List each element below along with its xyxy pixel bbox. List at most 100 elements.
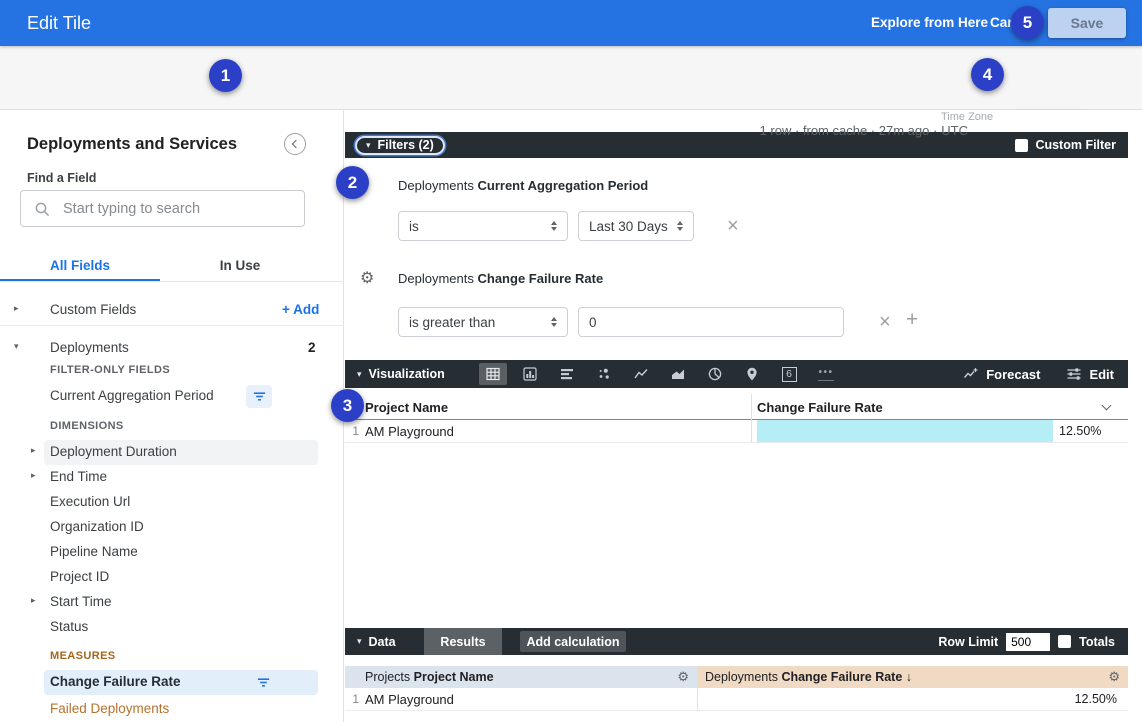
filters-toggle-button[interactable]: ▾ Filters (2) (355, 136, 445, 155)
viz-table-row[interactable]: 1 AM Playground 12.50% (345, 420, 1128, 443)
remove-filter-2-icon[interactable]: × (879, 312, 891, 332)
tab-all-fields[interactable]: All Fields (0, 258, 160, 273)
add-custom-field-button[interactable]: + Add (282, 302, 319, 317)
explore-main-panel: ▾ Filters (2) Custom Filter Deployments … (345, 110, 1142, 722)
forecast-label: Forecast (986, 367, 1040, 382)
totals-checkbox[interactable] (1058, 635, 1071, 648)
filter-view-name: Deployments (398, 178, 474, 193)
chevron-down-icon[interactable]: ▾ (14, 341, 19, 352)
filter-1-field-label: Deployments Current Aggregation Period (398, 178, 648, 193)
filter-2-gear-icon[interactable]: ⚙ (360, 268, 374, 288)
data-col-change-failure-rate[interactable]: Deployments Change Failure Rate ↓ ⚙ (697, 666, 1128, 688)
pie-chart-icon[interactable] (701, 363, 729, 385)
results-tab[interactable]: Results (424, 628, 502, 655)
field-label: Deployment Duration (50, 444, 177, 459)
collapse-sidebar-button[interactable] (284, 133, 306, 155)
custom-filter-checkbox[interactable] (1015, 139, 1028, 152)
field-picker-sidebar: Deployments and Services Find a Field Al… (0, 110, 344, 722)
sidebar-item-status[interactable]: Status (0, 615, 344, 640)
section-measures: MEASURES (50, 650, 116, 662)
remove-filter-1-icon[interactable]: × (727, 216, 739, 236)
area-chart-icon[interactable] (664, 363, 692, 385)
sidebar-item-current-aggregation-period[interactable]: Current Aggregation Period (0, 384, 344, 409)
table-chart-icon[interactable] (479, 363, 507, 385)
sliders-icon (1066, 366, 1082, 382)
add-calculation-button[interactable]: Add calculation (520, 631, 626, 652)
data-table-row[interactable]: 1 AM Playground 12.50% (345, 688, 1128, 711)
line-chart-icon[interactable] (627, 363, 655, 385)
custom-filter-toggle[interactable]: Custom Filter (1015, 138, 1116, 152)
timezone-value[interactable]: UTC (941, 123, 968, 138)
column-gear-icon[interactable]: ⚙ (677, 669, 689, 685)
field-search-input[interactable] (63, 192, 298, 225)
updown-arrows-icon (677, 221, 683, 231)
row-limit-input[interactable] (1006, 633, 1050, 651)
data-toggle-button[interactable]: ▾ Data (357, 635, 396, 649)
more-viz-types-icon[interactable]: ••• (812, 363, 840, 385)
edit-viz-button[interactable]: Edit (1066, 366, 1114, 382)
sidebar-item-deployments-group[interactable]: ▾ Deployments 2 (0, 336, 344, 361)
explore-from-here-button[interactable]: Explore from Here (871, 15, 988, 30)
selected-value: Last 30 Days (589, 219, 668, 234)
filter-field-name: Current Aggregation Period (478, 178, 649, 193)
filter-active-button[interactable] (250, 671, 276, 694)
sidebar-item-project-id[interactable]: Project ID (0, 565, 344, 590)
chevron-down-icon[interactable] (1102, 401, 1112, 411)
save-button[interactable]: Save (1048, 8, 1126, 38)
viz-col-project-name[interactable]: Project Name (365, 400, 448, 415)
data-col-project-name[interactable]: Projects Project Name ⚙ (345, 666, 697, 688)
field-label: End Time (50, 469, 107, 484)
chevron-left-icon (292, 140, 300, 148)
filter-list-icon (252, 389, 267, 404)
filter-1-operator-select[interactable]: is (398, 211, 568, 241)
field-search-box (20, 190, 305, 227)
scatter-chart-icon[interactable] (590, 363, 618, 385)
sidebar-item-custom-fields[interactable]: ▸ Custom Fields + Add (0, 298, 344, 326)
sidebar-item-organization-id[interactable]: Organization ID (0, 515, 344, 540)
sidebar-item-pipeline-name[interactable]: Pipeline Name (0, 540, 344, 565)
sidebar-item-change-failure-rate[interactable]: Change Failure Rate (0, 670, 344, 695)
filter-1-value-select[interactable]: Last 30 Days (578, 211, 694, 241)
search-icon (34, 201, 51, 218)
status-text: 1 row · from cache · 27m ago · (760, 123, 938, 138)
bar-chart-icon[interactable] (553, 363, 581, 385)
map-pin-icon[interactable] (738, 363, 766, 385)
forecast-icon (963, 366, 979, 382)
filter-list-icon (256, 675, 271, 690)
forecast-button[interactable]: Forecast (963, 366, 1040, 382)
sort-desc-arrow-icon[interactable]: ↓ (906, 670, 912, 684)
field-label: Organization ID (50, 519, 144, 534)
chevron-right-icon[interactable]: ▸ (31, 445, 36, 456)
sidebar-item-deployment-duration[interactable]: ▸ Deployment Duration (0, 440, 344, 465)
filter-active-button[interactable] (246, 385, 272, 408)
viz-table-header: Project Name Change Failure Rate (345, 394, 1128, 420)
data-bar-controls: Row Limit Totals (938, 628, 1115, 655)
column-gear-icon[interactable]: ⚙ (1108, 669, 1120, 685)
sidebar-item-start-time[interactable]: ▸ Start Time (0, 590, 344, 615)
data-table-header: Projects Project Name ⚙ Deployments Chan… (345, 666, 1128, 688)
viz-col-change-failure-rate[interactable]: Change Failure Rate (757, 400, 883, 415)
filter-2-operator-select[interactable]: is greater than (398, 307, 568, 337)
single-value-icon[interactable]: 6 (775, 363, 803, 385)
explore-title: Deployments and Services (27, 135, 237, 154)
row-limit-label: Row Limit (938, 635, 998, 649)
sidebar-item-failed-deployments[interactable]: Failed Deployments (0, 697, 344, 722)
visualization-toggle-button[interactable]: ▾ Visualization (357, 367, 445, 381)
edit-label: Edit (1089, 367, 1114, 382)
field-label: Execution Url (50, 494, 130, 509)
sidebar-item-execution-url[interactable]: Execution Url (0, 490, 344, 515)
row-number: 1 (345, 424, 359, 438)
tab-in-use[interactable]: In Use (160, 258, 320, 273)
totals-label: Totals (1079, 635, 1115, 649)
triangle-down-icon: ▾ (366, 140, 371, 151)
chevron-right-icon[interactable]: ▸ (14, 303, 19, 314)
filter-2-value-input[interactable] (578, 307, 844, 337)
field-label: Pipeline Name (50, 544, 138, 559)
tab-divider (0, 281, 344, 282)
chevron-right-icon[interactable]: ▸ (31, 470, 36, 481)
sidebar-item-end-time[interactable]: ▸ End Time (0, 465, 344, 490)
column-chart-icon[interactable] (516, 363, 544, 385)
chevron-right-icon[interactable]: ▸ (31, 595, 36, 606)
add-filter-condition-icon[interactable]: + (906, 310, 918, 330)
viz-actions: Forecast Edit (963, 360, 1114, 388)
